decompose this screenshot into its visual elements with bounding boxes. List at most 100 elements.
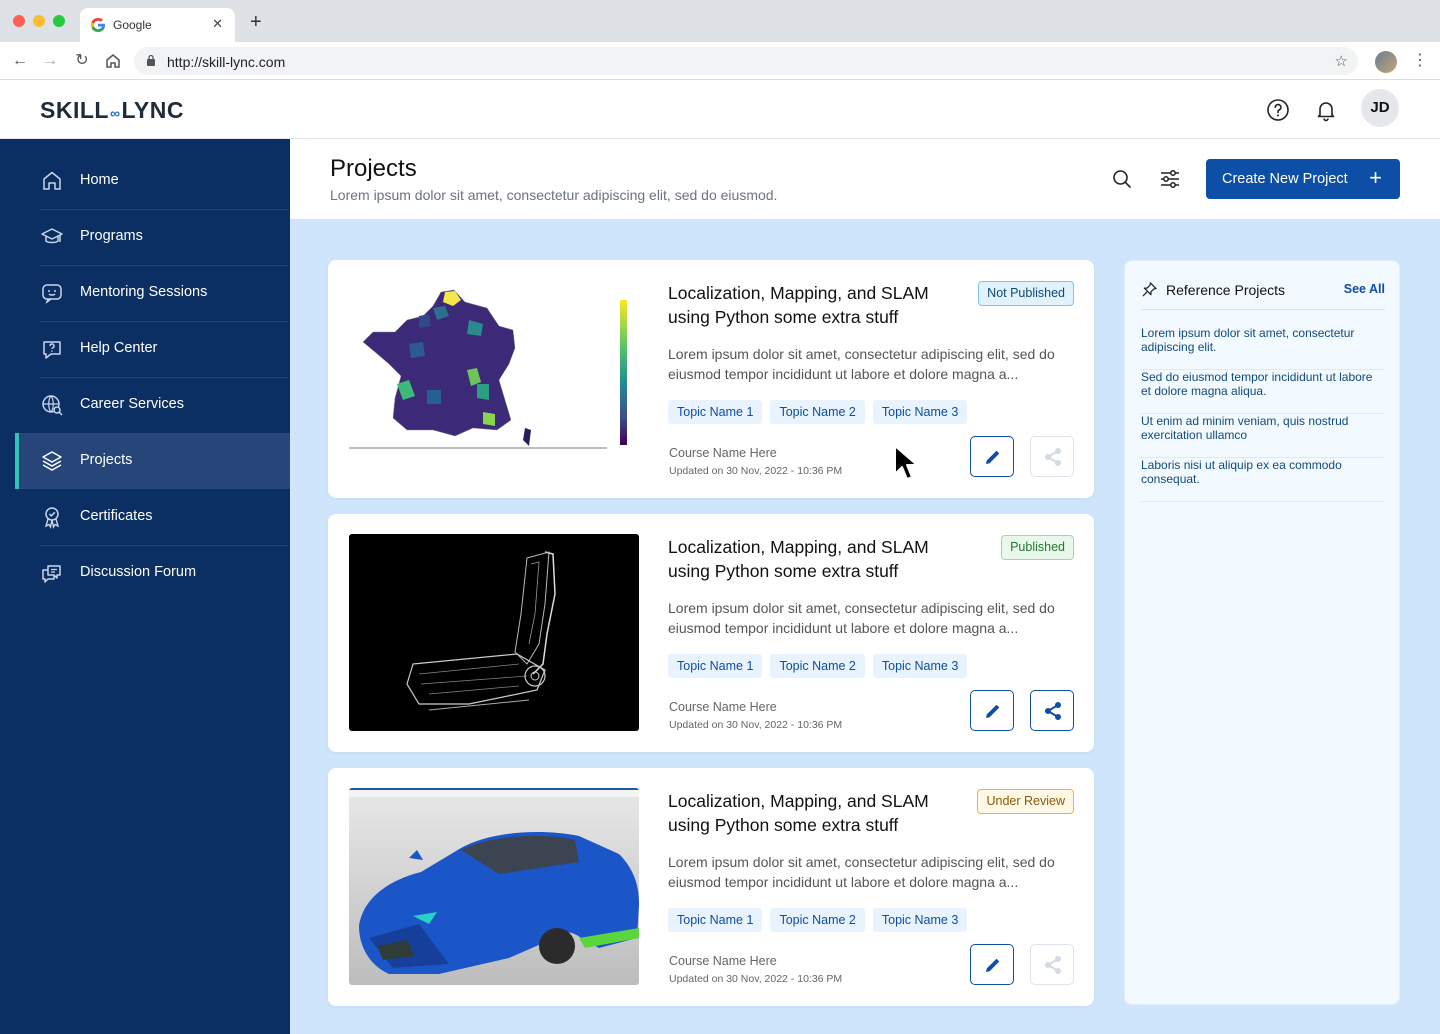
updated-timestamp: Updated on 30 Nov, 2022 - 10:36 PM xyxy=(669,465,843,477)
close-window-button[interactable] xyxy=(13,15,25,27)
sidebar-item-career-services[interactable]: Career Services xyxy=(15,377,290,433)
topic-tag[interactable]: Topic Name 3 xyxy=(872,400,968,424)
project-card[interactable]: Localization, Mapping, and SLAM using Py… xyxy=(328,260,1094,498)
project-description: Lorem ipsum dolor sit amet, consectetur … xyxy=(668,854,1055,890)
project-card[interactable]: Localization, Mapping, and SLAM using Py… xyxy=(328,768,1094,1006)
edit-button[interactable] xyxy=(970,690,1014,731)
project-title[interactable]: Localization, Mapping, and SLAM using Py… xyxy=(668,281,968,329)
close-tab-icon[interactable]: ✕ xyxy=(212,16,223,32)
sidebar-item-certificates[interactable]: Certificates xyxy=(15,489,290,545)
sidebar-item-label: Mentoring Sessions xyxy=(80,284,208,300)
topic-tag[interactable]: Topic Name 3 xyxy=(872,654,968,678)
sidebar-item-home[interactable]: Home xyxy=(15,153,290,209)
share-icon xyxy=(1045,702,1061,720)
reload-icon[interactable]: ↻ xyxy=(72,51,92,71)
topic-tag[interactable]: Topic Name 2 xyxy=(770,908,865,932)
mouse-cursor-icon xyxy=(894,445,918,480)
pencil-icon xyxy=(986,450,1000,464)
project-description: Lorem ipsum dolor sit amet, consectetur … xyxy=(668,600,1055,636)
see-all-link[interactable]: See All xyxy=(1344,282,1385,296)
create-new-project-button[interactable]: Create New Project + xyxy=(1206,159,1400,199)
project-description: Lorem ipsum dolor sit amet, consectetur … xyxy=(668,346,1055,382)
reference-item[interactable]: Ut enim ad minim veniam, quis nostrud ex… xyxy=(1141,414,1385,458)
new-tab-icon[interactable]: + xyxy=(250,12,262,32)
browser-profile-avatar[interactable] xyxy=(1375,51,1397,73)
share-button[interactable] xyxy=(1030,690,1074,731)
blue-car-cad-thumbnail xyxy=(349,788,639,985)
bell-icon[interactable] xyxy=(1314,98,1338,122)
sidebar-item-label: Career Services xyxy=(80,396,184,412)
reference-item[interactable]: Sed do eiusmod tempor incididunt ut labo… xyxy=(1141,370,1385,414)
topic-tag[interactable]: Topic Name 2 xyxy=(770,400,865,424)
chat-smile-icon xyxy=(42,284,62,305)
status-badge: Not Published xyxy=(978,281,1074,306)
graduation-cap-icon xyxy=(41,228,63,244)
browser-home-icon[interactable] xyxy=(104,52,122,70)
sidebar-item-discussion-forum[interactable]: Discussion Forum xyxy=(15,545,290,601)
app-header: SKILL∞LYNC JD xyxy=(0,80,1440,139)
status-badge: Published xyxy=(1001,535,1074,560)
sidebar-item-mentoring-sessions[interactable]: Mentoring Sessions xyxy=(15,265,290,321)
browser-tab-strip: Google ✕ + xyxy=(0,0,1440,42)
link-logo-icon: ∞ xyxy=(109,105,121,121)
minimize-window-button[interactable] xyxy=(33,15,45,27)
topic-tag[interactable]: Topic Name 3 xyxy=(872,908,968,932)
project-title[interactable]: Localization, Mapping, and SLAM using Py… xyxy=(668,535,968,583)
browser-toolbar: ← → ↻ http://skill-lync.com ☆ ⋮ xyxy=(0,42,1440,80)
help-chat-icon xyxy=(43,341,61,359)
sidebar-item-label: Discussion Forum xyxy=(80,564,197,580)
share-button[interactable] xyxy=(1030,944,1074,985)
sidebar-item-programs[interactable]: Programs xyxy=(15,209,290,265)
topic-tag[interactable]: Topic Name 1 xyxy=(668,908,763,932)
page-header: Projects Lorem ipsum dolor sit amet, con… xyxy=(290,139,1440,219)
project-title[interactable]: Localization, Mapping, and SLAM using Py… xyxy=(668,789,968,837)
sidebar-item-label: Home xyxy=(80,172,119,188)
topic-tags: Topic Name 1 Topic Name 2 Topic Name 3 xyxy=(668,400,968,424)
reference-projects-panel: Reference Projects See All Lorem ipsum d… xyxy=(1124,260,1400,1005)
project-card[interactable]: Localization, Mapping, and SLAM using Py… xyxy=(328,514,1094,752)
topic-tag[interactable]: Topic Name 1 xyxy=(668,400,763,424)
updated-timestamp: Updated on 30 Nov, 2022 - 10:36 PM xyxy=(669,973,843,985)
updated-timestamp: Updated on 30 Nov, 2022 - 10:36 PM xyxy=(669,719,843,731)
browser-tab[interactable]: Google ✕ xyxy=(80,8,235,42)
tab-title: Google xyxy=(113,18,152,32)
bookmark-star-icon[interactable]: ☆ xyxy=(1335,52,1348,70)
home-icon xyxy=(43,171,61,190)
plus-icon: + xyxy=(1369,165,1382,190)
share-button[interactable] xyxy=(1030,436,1074,477)
filter-sliders-icon[interactable] xyxy=(1159,168,1181,190)
topic-tags: Topic Name 1 Topic Name 2 Topic Name 3 xyxy=(668,654,968,678)
address-bar[interactable]: http://skill-lync.com ☆ xyxy=(134,47,1358,75)
sidebar-item-help-center[interactable]: Help Center xyxy=(15,321,290,377)
back-arrow-icon[interactable]: ← xyxy=(10,51,30,71)
forward-arrow-icon[interactable]: → xyxy=(40,51,60,71)
pin-icon xyxy=(1142,282,1157,297)
layers-icon xyxy=(42,451,62,471)
create-button-label: Create New Project xyxy=(1222,171,1348,187)
search-icon[interactable] xyxy=(1112,169,1132,189)
help-icon[interactable] xyxy=(1266,98,1290,122)
projects-content: Localization, Mapping, and SLAM using Py… xyxy=(290,219,1440,1034)
course-name: Course Name Here xyxy=(669,446,777,460)
sidebar-item-label: Certificates xyxy=(80,508,153,524)
course-name: Course Name Here xyxy=(669,954,777,968)
user-avatar[interactable]: JD xyxy=(1361,89,1399,127)
reference-item[interactable]: Laboris nisi ut aliquip ex ea commodo co… xyxy=(1141,458,1385,502)
topic-tag[interactable]: Topic Name 2 xyxy=(770,654,865,678)
certificate-icon xyxy=(44,507,60,529)
sidebar-item-projects[interactable]: Projects xyxy=(15,433,290,489)
edit-button[interactable] xyxy=(970,944,1014,985)
share-icon xyxy=(1045,956,1061,974)
topic-tag[interactable]: Topic Name 1 xyxy=(668,654,763,678)
skill-lync-logo[interactable]: SKILL∞LYNC xyxy=(40,97,184,124)
topic-tags: Topic Name 1 Topic Name 2 Topic Name 3 xyxy=(668,908,968,932)
maximize-window-button[interactable] xyxy=(53,15,65,27)
google-icon xyxy=(90,18,105,32)
pencil-icon xyxy=(986,958,1000,972)
edit-button[interactable] xyxy=(970,436,1014,477)
sidebar-item-label: Programs xyxy=(80,228,143,244)
sidebar-item-label: Help Center xyxy=(80,340,158,356)
reference-item[interactable]: Lorem ipsum dolor sit amet, consectetur … xyxy=(1141,326,1385,370)
status-badge: Under Review xyxy=(977,789,1074,814)
browser-menu-icon[interactable]: ⋮ xyxy=(1412,50,1428,70)
